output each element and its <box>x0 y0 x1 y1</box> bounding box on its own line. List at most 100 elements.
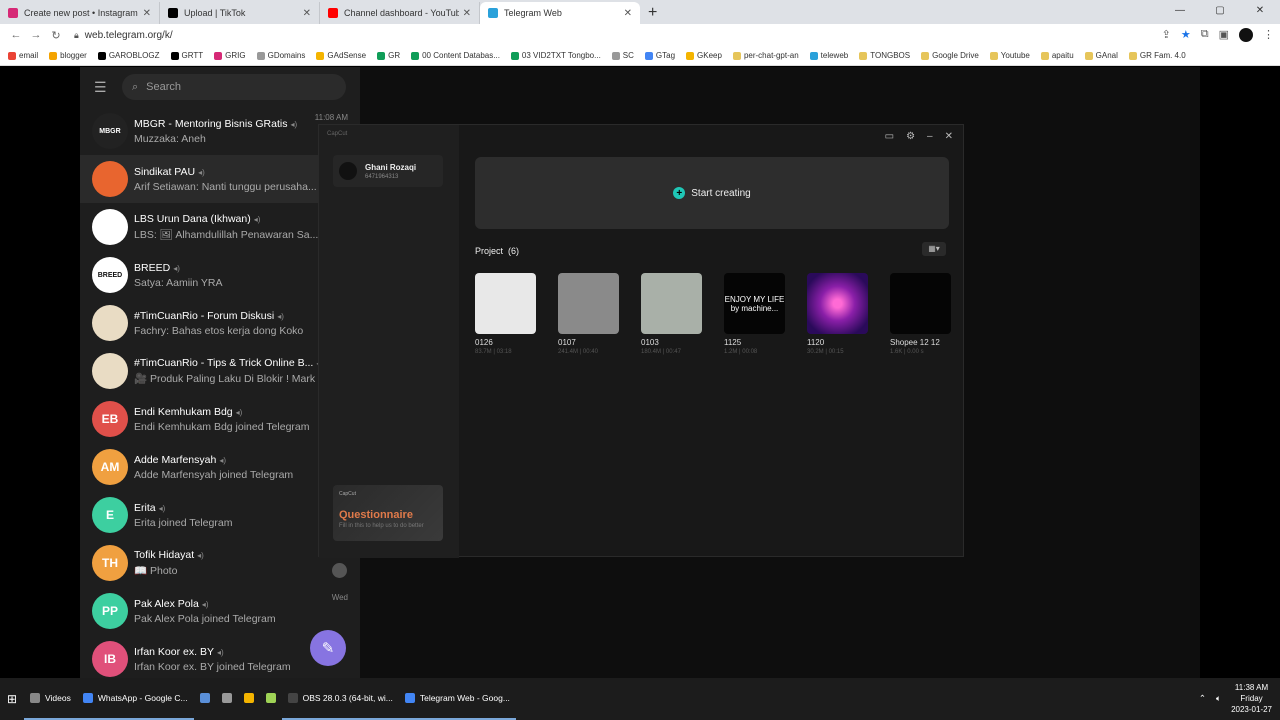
menu-kebab-icon[interactable]: ⋮ <box>1263 28 1274 42</box>
project-card[interactable]: 0107 241.4M | 00:40 <box>558 273 619 355</box>
bookmark-item[interactable]: GTag <box>644 51 675 60</box>
extensions-icon[interactable]: ⧉ <box>1201 28 1209 42</box>
bookmark-icon <box>377 51 386 60</box>
tab-close-icon[interactable]: ✕ <box>303 8 311 19</box>
reload-icon[interactable]: ↻ <box>46 29 66 42</box>
sidepanel-icon[interactable]: ▣ <box>1219 28 1229 42</box>
project-label: Project <box>475 246 504 256</box>
close-window-icon[interactable]: ✕ <box>1240 0 1280 22</box>
chat-list-item[interactable]: PP Pak Alex Pola ◂) Pak Alex Pola joined Te… <box>80 587 360 635</box>
bookmark-item[interactable]: blogger <box>49 51 87 60</box>
chat-last-message: Muzzaka: Aneh <box>134 132 206 145</box>
browser-tab-strip: Create new post • Instagram ✕ Upload | Tik… <box>0 0 1280 24</box>
bookmark-item[interactable]: teleweb <box>809 51 849 60</box>
bookmark-star-icon[interactable]: ★ <box>1181 28 1191 42</box>
bookmark-item[interactable]: GRIG <box>214 51 246 60</box>
bookmark-label: 03 VID2TXT Tongbo... <box>521 51 601 60</box>
chat-body: Sindikat PAU ◂) Arif Setiawan: Nanti tungg… <box>134 166 348 193</box>
bookmark-item[interactable]: GR Fam. 4.0 <box>1128 51 1186 60</box>
taskbar-app[interactable]: OBS 28.0.3 (64-bit, wi... <box>281 678 399 720</box>
bookmark-item[interactable]: GAdSense <box>316 51 366 60</box>
url-text: web.telegram.org/k/ <box>84 29 173 41</box>
forward-icon[interactable]: → <box>26 29 46 41</box>
windows-start-icon[interactable]: ⊞ <box>0 692 24 706</box>
browser-tab[interactable]: Telegram Web ✕ <box>480 2 640 24</box>
bookmark-item[interactable]: GKeep <box>686 51 722 60</box>
bookmark-item[interactable]: per-chat-gpt-an <box>732 51 799 60</box>
taskbar-app[interactable]: Telegram Web - Goog... <box>398 678 516 720</box>
tab-favicon-icon <box>8 8 18 18</box>
bookmark-item[interactable]: TONGBOS <box>859 51 910 60</box>
chat-name-text: Adde Marfensyah <box>134 453 217 466</box>
taskbar-app[interactable] <box>194 678 216 720</box>
search-input[interactable]: ⌕ Search <box>122 74 346 100</box>
bookmark-item[interactable]: Youtube <box>989 51 1030 60</box>
chat-body: Tofik Hidayat ◂) 📖 Photo <box>134 549 348 577</box>
maximize-icon[interactable]: ▢ <box>1200 0 1240 22</box>
user-avatar <box>339 162 357 180</box>
back-icon[interactable]: ← <box>6 29 26 41</box>
start-creating-button[interactable]: + Start creating <box>475 157 949 229</box>
hamburger-menu-icon[interactable]: ☰ <box>94 79 108 96</box>
bookmark-item[interactable]: GAROBLOGZ <box>97 51 160 60</box>
bookmark-item[interactable]: GAnal <box>1084 51 1118 60</box>
bookmark-item[interactable]: 00 Content Databas... <box>411 51 500 60</box>
bookmark-item[interactable]: email <box>8 51 38 60</box>
user-profile-card[interactable]: Ghani Rozaqi 6471964313 <box>333 155 443 187</box>
close-icon[interactable]: ✕ <box>945 131 953 142</box>
bookmark-item[interactable]: apaitu <box>1040 51 1074 60</box>
project-card[interactable]: 1120 30.2M | 00:15 <box>807 273 868 355</box>
tray-chevron-icon[interactable]: ⌃ <box>1199 693 1206 704</box>
chat-avatar: BREED <box>92 257 128 293</box>
capcut-logo: CapCut <box>327 131 348 137</box>
volume-icon[interactable]: 🔈︎ <box>1216 693 1221 704</box>
project-card[interactable]: 0103 180.4M | 00:47 <box>641 273 702 355</box>
bookmark-item[interactable]: GR <box>377 51 400 60</box>
taskbar-app[interactable]: WhatsApp - Google C... <box>76 678 194 720</box>
bookmark-item[interactable]: SC <box>611 51 634 60</box>
browser-tools: ⇪ ★ ⧉ ▣ ⋮ <box>1162 28 1274 42</box>
muted-icon: ◂) <box>201 599 209 609</box>
taskbar-app-icon <box>221 693 232 703</box>
new-tab-icon[interactable]: + <box>640 2 665 24</box>
profile-avatar[interactable] <box>1239 28 1253 42</box>
project-count: (6) <box>508 246 520 256</box>
bookmark-label: GKeep <box>697 51 722 60</box>
view-toggle-icon[interactable]: ▦▾ <box>922 242 946 256</box>
bookmark-item[interactable]: GRTT <box>170 51 203 60</box>
minimize-icon[interactable]: — <box>1160 0 1200 22</box>
bookmark-label: teleweb <box>820 51 849 60</box>
tab-close-icon[interactable]: ✕ <box>624 8 632 19</box>
taskbar-app[interactable] <box>260 678 282 720</box>
taskbar-app[interactable] <box>216 678 238 720</box>
bookmark-item[interactable]: Google Drive <box>921 51 979 60</box>
browser-tab[interactable]: Channel dashboard - YouTube St ✕ <box>320 2 480 24</box>
project-card[interactable]: ENJOY MY LIFE by machine... 1125 1.2M | 00… <box>724 273 785 355</box>
new-message-button[interactable]: ✎ <box>310 630 346 666</box>
bookmark-item[interactable]: 03 VID2TXT Tongbo... <box>510 51 601 60</box>
tab-favicon-icon <box>168 8 178 18</box>
questionnaire-banner[interactable]: CapCut Questionnaire Fill in this to hel… <box>333 485 443 541</box>
browser-tab[interactable]: Create new post • Instagram ✕ <box>0 2 160 24</box>
settings-icon[interactable]: ⚙ <box>906 131 915 142</box>
taskbar-app[interactable] <box>238 678 260 720</box>
taskbar-app-icon <box>265 693 276 703</box>
chat-last-message: Satya: Aamiin YRA <box>134 276 223 289</box>
bookmark-item[interactable]: GDomains <box>256 51 305 60</box>
browser-tab[interactable]: Upload | TikTok ✕ <box>160 2 320 24</box>
url-field[interactable]: 🔒︎ web.telegram.org/k/ <box>74 30 1162 41</box>
tab-close-icon[interactable]: ✕ <box>143 8 151 19</box>
feedback-icon[interactable]: ▭ <box>885 131 894 142</box>
project-name: 0103 <box>641 338 659 347</box>
tab-close-icon[interactable]: ✕ <box>463 8 471 19</box>
project-card[interactable]: 0126 83.7M | 03:18 <box>475 273 536 355</box>
project-card[interactable]: Shopee 12 12 1.6K | 0.00 s <box>890 273 951 355</box>
bookmark-label: SC <box>622 51 634 60</box>
share-icon[interactable]: ⇪ <box>1162 28 1171 42</box>
telegram-page: ☰ ⌕ Search MBGR MBGR - Mentoring Bisnis G… <box>0 67 1280 678</box>
project-heading: Project (6) <box>475 246 519 256</box>
taskbar-app[interactable]: Videos <box>24 678 77 720</box>
chat-name: Adde Marfensyah ◂) <box>134 454 348 466</box>
minimize-icon[interactable]: – <box>927 131 933 142</box>
clock[interactable]: 11:38 AM Friday 2023-01-27 <box>1231 682 1272 715</box>
